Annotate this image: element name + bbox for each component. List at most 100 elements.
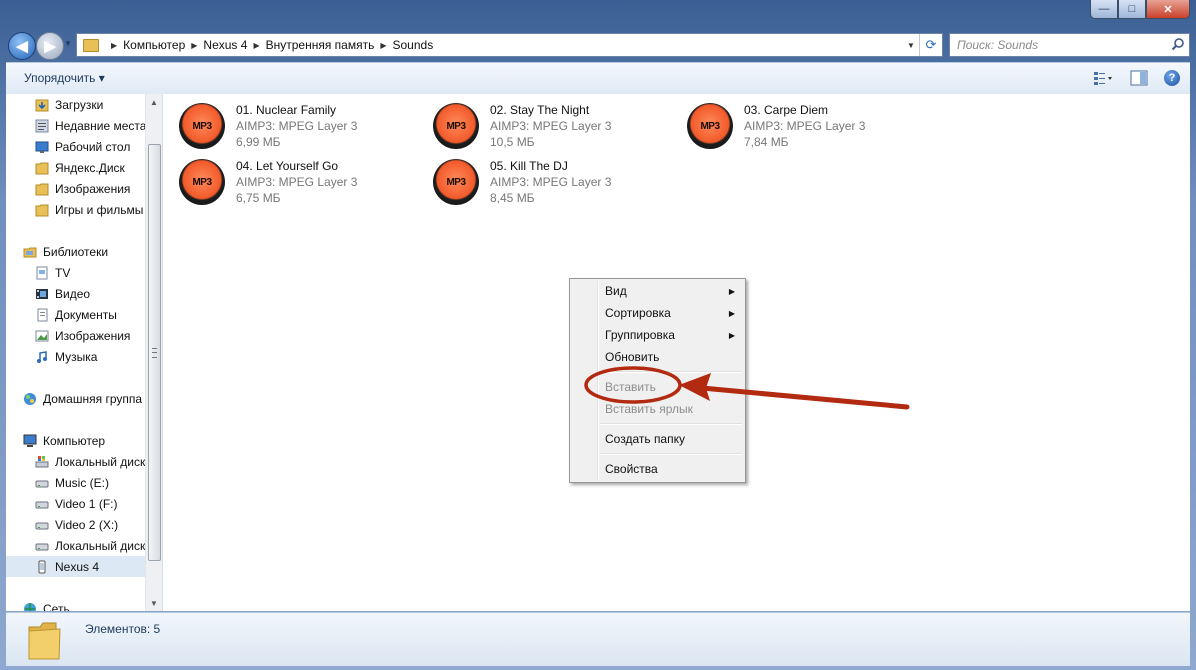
maximize-button[interactable]: □ [1118, 0, 1146, 19]
scroll-up-icon[interactable]: ▲ [146, 94, 162, 110]
breadcrumb-internal-storage[interactable]: Внутренняя память [266, 38, 375, 52]
item-count: Элементов: 5 [85, 622, 161, 636]
desktop-icon [34, 139, 50, 155]
file-item[interactable]: MP3 03. Carpe Diem AIMP3: MPEG Layer 3 7,84… [671, 95, 911, 149]
submenu-arrow-icon: ▶ [728, 330, 735, 340]
context-menu-item[interactable]: Создать папку [572, 428, 743, 450]
breadcrumb-computer[interactable]: Компьютер [123, 38, 185, 52]
file-item[interactable]: MP3 05. Kill The DJ AIMP3: MPEG Layer 3 8,4… [417, 151, 657, 205]
preview-pane-icon[interactable] [1128, 68, 1150, 88]
context-menu-item: Вставить ярлык [572, 398, 743, 420]
scroll-down-icon[interactable]: ▼ [146, 595, 162, 611]
sidebar-item-library[interactable]: Музыка [6, 346, 162, 367]
mp3-file-icon: MP3 [433, 103, 479, 149]
drive-icon [34, 538, 50, 554]
breadcrumb-separator-icon[interactable]: ▶ [380, 41, 386, 50]
file-size: 6,75 МБ [236, 191, 281, 205]
sidebar-item-favorite[interactable]: Яндекс.Диск [6, 157, 162, 178]
breadcrumb-sounds[interactable]: Sounds [393, 38, 434, 52]
scrollbar-thumb[interactable] [148, 144, 161, 561]
search-input[interactable]: Поиск: Sounds [957, 38, 1038, 52]
sidebar-item-label: Nexus 4 [55, 559, 100, 574]
sidebar-item-favorite[interactable]: Недавние места [6, 115, 162, 136]
folder-icon [34, 160, 50, 176]
sidebar-item-library[interactable]: TV [6, 262, 162, 283]
documents-library-icon [34, 307, 50, 323]
search-icon[interactable] [1171, 37, 1185, 51]
context-menu-item-label: Группировка [605, 328, 675, 342]
sidebar-item-libraries[interactable]: Библиотеки [6, 241, 162, 262]
sidebar-item-drive[interactable]: Video 2 (X:) [6, 514, 162, 535]
recent-pages-dropdown[interactable]: ▼ [64, 39, 72, 48]
forward-button[interactable]: ▶ [36, 32, 64, 60]
mp3-file-icon-label: MP3 [700, 120, 720, 132]
sidebar-item-drive[interactable]: Video 1 (F:) [6, 493, 162, 514]
context-menu-item[interactable]: Вид ▶ [572, 280, 743, 302]
context-menu-separator [600, 423, 742, 425]
context-menu-item-label: Свойства [605, 462, 658, 476]
sidebar-item-drive[interactable]: Локальный диск [6, 535, 162, 556]
file-item[interactable]: MP3 04. Let Yourself Go AIMP3: MPEG Layer … [163, 151, 403, 205]
explorer-window: — □ ✕ ◀ ▶ ▼ ▶ Компьютер ▶ Nexus 4 ▶ Внут… [0, 0, 1196, 670]
address-dropdown-icon[interactable]: ▼ [904, 34, 918, 56]
search-box[interactable]: Поиск: Sounds [949, 33, 1190, 57]
context-menu-item[interactable]: Группировка ▶ [572, 324, 743, 346]
breadcrumb-separator-icon[interactable]: ▶ [191, 41, 197, 50]
organize-button[interactable]: Упорядочить ▾ [24, 71, 105, 85]
sidebar-item-drive[interactable]: Локальный диск [6, 451, 162, 472]
breadcrumb-nexus4[interactable]: Nexus 4 [203, 38, 247, 52]
help-icon[interactable]: ? [1164, 70, 1180, 86]
sidebar-item-label: Домашняя группа [43, 391, 143, 406]
mp3-file-icon-label: MP3 [446, 120, 466, 132]
navigation-pane-scrollbar[interactable]: ▲ ▼ [145, 94, 162, 611]
system-drive-icon [34, 454, 50, 470]
file-type: AIMP3: MPEG Layer 3 [236, 175, 358, 189]
tv-library-icon [34, 265, 50, 281]
mp3-file-icon-label: MP3 [446, 176, 466, 188]
close-button[interactable]: ✕ [1146, 0, 1190, 19]
sidebar-item-favorite[interactable]: Рабочий стол [6, 136, 162, 157]
sidebar-item-drive[interactable]: Nexus 4 [6, 556, 162, 577]
command-bar: Упорядочить ▾ ? [6, 62, 1190, 95]
sidebar-item-library[interactable]: Изображения [6, 325, 162, 346]
sidebar-item-favorite[interactable]: Игры и фильмы [6, 199, 162, 220]
breadcrumb-separator-icon[interactable]: ▶ [253, 41, 259, 50]
file-type: AIMP3: MPEG Layer 3 [490, 119, 612, 133]
sidebar-item-label: Изображения [55, 328, 131, 343]
address-bar[interactable]: ▶ Компьютер ▶ Nexus 4 ▶ Внутренняя памят… [76, 33, 943, 57]
refresh-icon[interactable]: ⟳ [919, 34, 942, 56]
context-menu-separator [600, 371, 742, 373]
details-pane: Элементов: 5 [6, 612, 1190, 666]
folder-icon [83, 38, 99, 52]
sidebar-item-favorite[interactable]: Загрузки [6, 94, 162, 115]
sidebar-item-library[interactable]: Документы [6, 304, 162, 325]
sidebar-item-label: Изображения [55, 181, 131, 196]
context-menu: Вид ▶ Сортировка ▶ Группировка ▶ Обновить Встав… [569, 278, 746, 483]
sidebar-item-label: Video 2 (X:) [55, 517, 119, 532]
sidebar-item-label: Загрузки [55, 97, 104, 112]
context-menu-item-label: Создать папку [605, 432, 685, 446]
context-menu-item[interactable]: Сортировка ▶ [572, 302, 743, 324]
context-menu-item[interactable]: Обновить [572, 346, 743, 368]
sidebar-item-label: Компьютер [43, 433, 106, 448]
sidebar-item-computer[interactable]: Компьютер [6, 430, 162, 451]
back-button[interactable]: ◀ [8, 32, 36, 60]
breadcrumb-separator-icon[interactable]: ▶ [111, 41, 117, 50]
folder-icon [34, 202, 50, 218]
phone-icon [34, 559, 50, 575]
minimize-button[interactable]: — [1090, 0, 1118, 19]
sidebar-item-network[interactable]: Сеть [6, 598, 162, 611]
context-menu-item[interactable]: Свойства [572, 458, 743, 480]
file-type: AIMP3: MPEG Layer 3 [490, 175, 612, 189]
context-menu-item-label: Сортировка [605, 306, 671, 320]
computer-icon [22, 433, 38, 449]
change-view-icon[interactable] [1092, 68, 1114, 88]
drive-icon [34, 496, 50, 512]
sidebar-item-favorite[interactable]: Изображения [6, 178, 162, 199]
file-size: 7,84 МБ [744, 135, 789, 149]
sidebar-item-drive[interactable]: Music (E:) [6, 472, 162, 493]
file-item[interactable]: MP3 02. Stay The Night AIMP3: MPEG Layer 3… [417, 95, 657, 149]
file-item[interactable]: MP3 01. Nuclear Family AIMP3: MPEG Layer 3… [163, 95, 403, 149]
sidebar-item-library[interactable]: Видео [6, 283, 162, 304]
sidebar-item-homegroup[interactable]: Домашняя группа [6, 388, 162, 409]
